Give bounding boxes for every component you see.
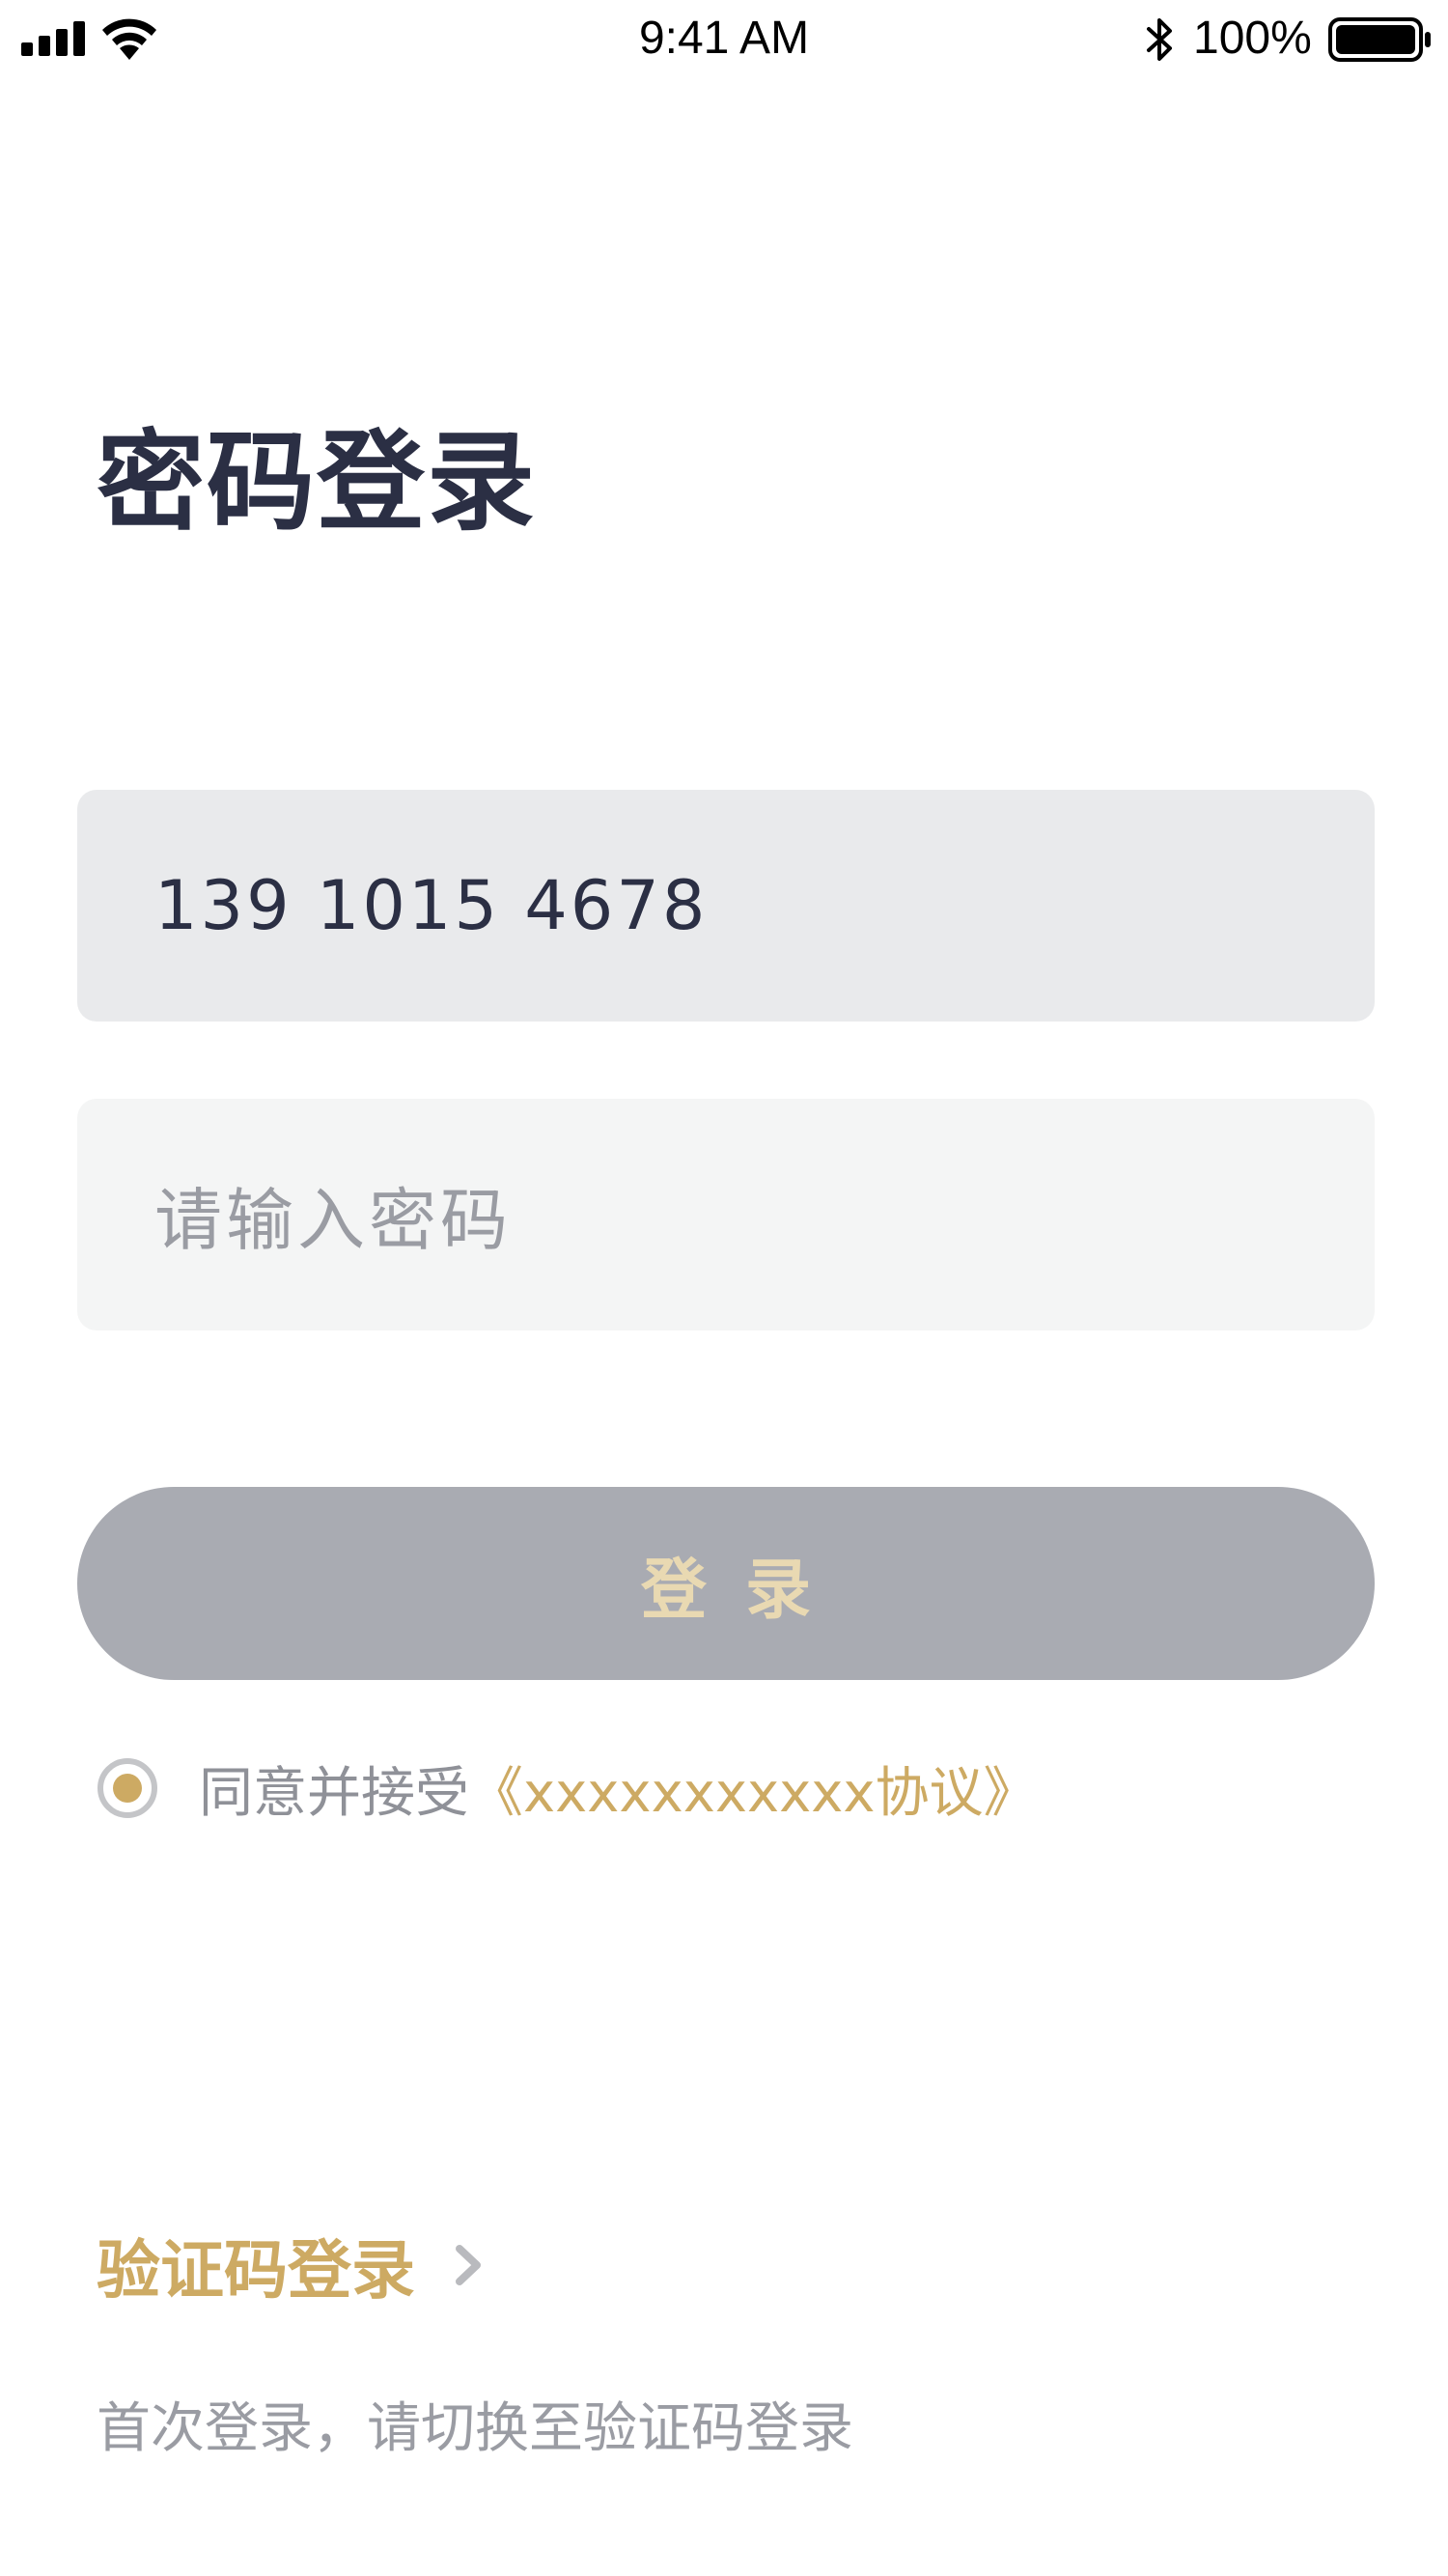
phone-number-field[interactable]: 139 1015 4678: [77, 790, 1375, 1022]
sms-login-label: 验证码登录: [97, 2233, 415, 2308]
agreement-radio-icon[interactable]: [97, 1757, 158, 1819]
login-button[interactable]: 登录: [77, 1487, 1375, 1680]
battery-icon: [1328, 17, 1431, 62]
agreement-link[interactable]: 《xxxxxxxxxxx协议》: [469, 1750, 1038, 1828]
sms-login-link[interactable]: 验证码登录: [97, 2221, 483, 2310]
battery-percentage: 100%: [1193, 13, 1312, 64]
agreement-row: 同意并接受 《xxxxxxxxxxx协议》: [97, 1753, 1038, 1825]
password-placeholder: 请输入密码: [154, 1180, 512, 1260]
chevron-right-icon: [456, 2245, 481, 2285]
first-login-hint: 首次登录，请切换至验证码登录: [97, 2397, 853, 2460]
phone-number-value: 139 1015 4678: [154, 866, 709, 945]
page-title: 密码登录: [97, 420, 537, 546]
login-button-label: 登录: [640, 1552, 849, 1629]
bluetooth-icon: [1147, 18, 1172, 61]
agreement-text: 同意并接受: [199, 1761, 469, 1825]
password-field[interactable]: 请输入密码: [77, 1099, 1375, 1330]
status-bar: 9:41 AM 100%: [0, 0, 1448, 85]
